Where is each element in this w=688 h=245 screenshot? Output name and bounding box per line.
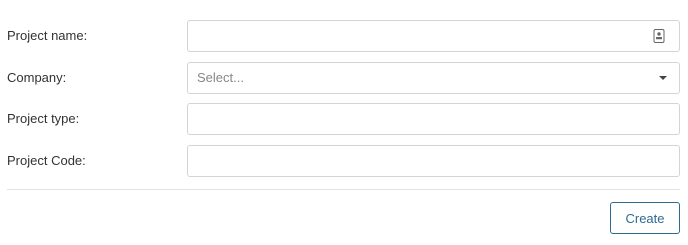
project-code-input[interactable]	[187, 145, 680, 177]
company-label: Company:	[7, 70, 67, 85]
form-divider	[7, 189, 680, 190]
project-type-input[interactable]	[187, 103, 680, 135]
project-name-input[interactable]	[187, 20, 680, 52]
create-button[interactable]: Create	[610, 202, 680, 234]
project-name-row: Project name:	[7, 20, 680, 52]
company-select[interactable]: Select...	[187, 62, 680, 94]
company-row: Company: Select...	[7, 62, 680, 94]
company-select-value: Select...	[197, 70, 244, 85]
project-code-label: Project Code:	[7, 153, 86, 168]
project-type-label: Project type:	[7, 111, 80, 126]
create-project-form: Project name: Company: Select... Project…	[0, 0, 688, 245]
project-type-row: Project type:	[7, 103, 680, 135]
project-name-label: Project name:	[7, 28, 88, 43]
chevron-down-icon	[659, 76, 667, 80]
project-code-row: Project Code:	[7, 145, 680, 177]
